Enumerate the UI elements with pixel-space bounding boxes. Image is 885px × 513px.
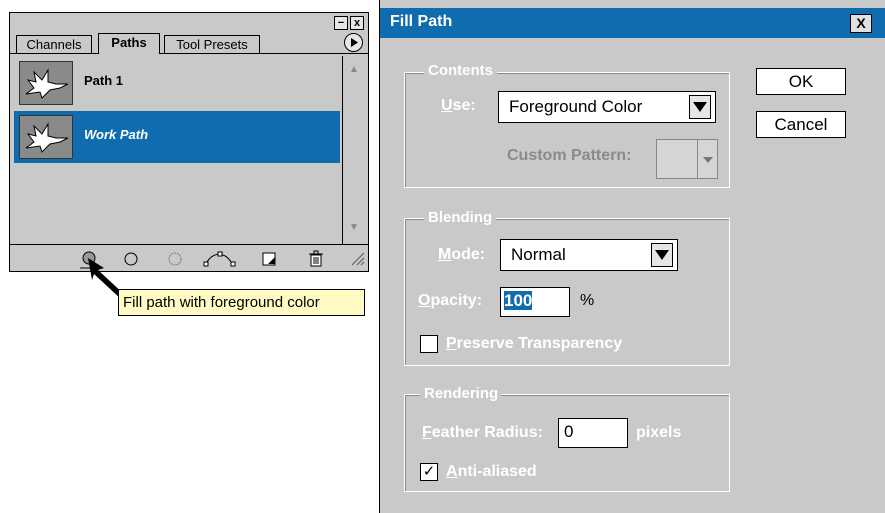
cancel-button[interactable]: Cancel xyxy=(756,111,846,138)
path-row-path-1[interactable]: Path 1 xyxy=(14,57,340,109)
rendering-group-label: Rendering xyxy=(420,385,503,402)
palette-close-button[interactable]: x xyxy=(350,16,364,30)
custom-pattern-picker[interactable] xyxy=(656,139,718,179)
dropdown-arrow-icon[interactable] xyxy=(689,95,711,119)
blending-group-label: Blending xyxy=(424,209,497,226)
palette-button-bar xyxy=(10,244,368,271)
custom-pattern-label: Custom Pattern: xyxy=(507,147,632,164)
use-label: Use: xyxy=(441,97,476,114)
feather-unit-label: pixels xyxy=(636,424,682,441)
preserve-transparency-label: Preserve Transparency xyxy=(446,335,623,352)
feather-radius-input[interactable]: 0 xyxy=(558,418,628,448)
paths-list: Path 1 Work Path xyxy=(12,56,341,244)
feather-radius-label: Feather Radius: xyxy=(422,424,543,441)
anti-aliased-checkbox[interactable]: ✓ xyxy=(420,463,438,481)
opacity-value: 100 xyxy=(504,291,533,310)
scroll-down-icon[interactable]: ▼ xyxy=(346,220,362,236)
pattern-dropdown-arrow-icon[interactable] xyxy=(697,140,717,178)
selection-circle-icon xyxy=(168,252,182,266)
mode-select[interactable]: Normal xyxy=(500,239,678,271)
ok-button[interactable]: OK xyxy=(756,68,846,95)
anti-aliased-label: Anti-aliased xyxy=(446,463,537,480)
path-row-label: Path 1 xyxy=(84,73,124,88)
dialog-close-button[interactable]: X xyxy=(850,14,872,33)
path-shape-icon xyxy=(25,68,69,99)
mode-select-value: Normal xyxy=(511,245,566,264)
palette-menu-button[interactable] xyxy=(344,33,363,52)
play-arrow-icon xyxy=(351,38,358,47)
trash-icon xyxy=(309,250,323,267)
new-path-icon xyxy=(262,252,276,266)
path-row-work-path[interactable]: Work Path xyxy=(14,111,340,163)
scroll-up-icon[interactable]: ▲ xyxy=(346,62,362,78)
path-thumbnail xyxy=(19,61,73,105)
paths-palette: − x Channels Paths Tool Presets Path 1 W… xyxy=(9,12,369,272)
preserve-transparency-checkbox[interactable] xyxy=(420,335,438,353)
opacity-input[interactable]: 100 xyxy=(500,287,570,317)
use-select-value: Foreground Color xyxy=(509,97,643,116)
tab-tool-presets[interactable]: Tool Presets xyxy=(164,35,260,54)
dropdown-arrow-icon[interactable] xyxy=(651,243,673,267)
tab-channels[interactable]: Channels xyxy=(16,35,92,54)
opacity-unit: % xyxy=(580,292,595,309)
mode-label: Mode: xyxy=(438,246,486,263)
palette-minimize-button[interactable]: − xyxy=(334,16,348,30)
work-path-icon xyxy=(203,251,236,267)
tab-divider xyxy=(10,53,368,54)
contents-group-label: Contents xyxy=(424,62,497,79)
resize-grip-icon[interactable] xyxy=(348,249,366,267)
dialog-title: Fill Path xyxy=(390,13,453,30)
use-select[interactable]: Foreground Color xyxy=(498,91,716,123)
dialog-titlebar[interactable]: Fill Path X xyxy=(380,8,885,38)
load-selection-button[interactable] xyxy=(166,249,184,267)
opacity-label: Opacity: xyxy=(418,292,483,309)
palette-scrollbar[interactable]: ▲ ▼ xyxy=(342,56,366,244)
tooltip: Fill path with foreground color xyxy=(118,289,365,316)
fill-path-dialog: Fill Path X OK Cancel Contents Use: Fore… xyxy=(379,0,885,513)
path-thumbnail xyxy=(19,115,73,159)
make-work-path-button[interactable] xyxy=(202,249,238,267)
tab-paths[interactable]: Paths xyxy=(98,33,160,54)
path-shape-icon xyxy=(25,122,69,153)
new-path-button[interactable] xyxy=(260,249,278,267)
delete-path-button[interactable] xyxy=(306,249,324,267)
path-row-label: Work Path xyxy=(84,127,149,142)
